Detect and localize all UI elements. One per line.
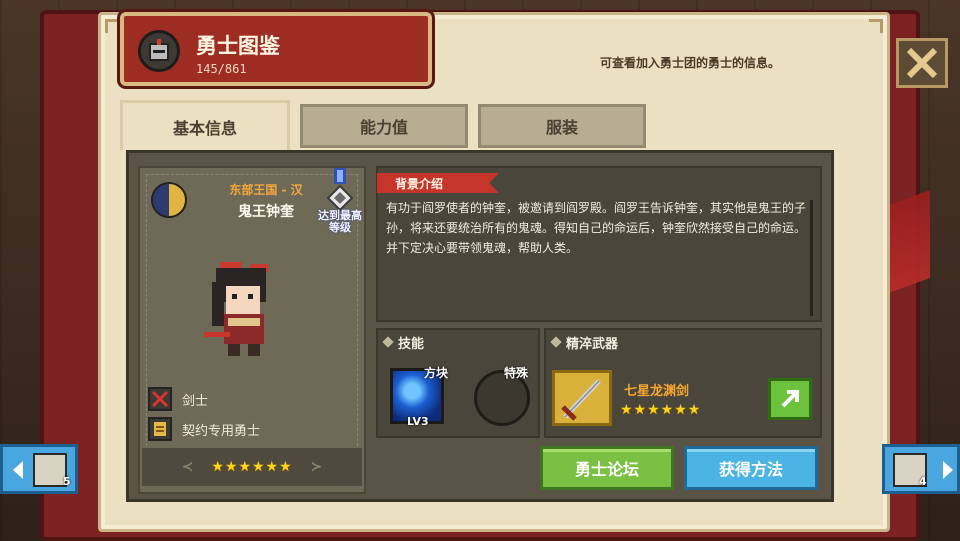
previous-hero-stars: 5 — [63, 475, 71, 488]
bio-scrollbar[interactable] — [810, 200, 813, 316]
weapon-stars: ★★★★★★ — [620, 402, 702, 418]
tab-stats[interactable]: 能力值 — [300, 104, 468, 148]
page-corner-ornament — [105, 19, 119, 33]
hero-contract-label: 契约专用勇士 — [182, 423, 261, 439]
previous-hero-button[interactable]: 5 — [0, 444, 78, 494]
weapon-go-button[interactable] — [768, 378, 812, 420]
max-level-medal-icon — [326, 168, 354, 212]
crossed-swords-icon — [148, 387, 172, 411]
skill-label: 方块 — [424, 366, 449, 380]
diamond-bullet-icon — [382, 336, 394, 348]
hero-sprite — [204, 262, 268, 356]
diamond-bullet-icon — [550, 336, 562, 348]
hero-kingdom: 东部王国 - 汉 — [229, 183, 303, 197]
bio-heading: 背景介绍 — [377, 173, 499, 193]
weapon-name: 七星龙渊剑 — [624, 384, 690, 399]
close-button[interactable] — [896, 38, 948, 88]
tab-costume[interactable]: 服装 — [478, 104, 646, 148]
chevron-left-icon: ≺ — [181, 459, 194, 475]
sword-icon[interactable] — [552, 370, 612, 426]
bio-text: 有功于阎罗使者的钟奎，被邀请到阎罗殿。阎罗王告诉钟奎，其实他是鬼王的子孙，将来还… — [386, 201, 807, 255]
hero-stars: ★★★★★★ — [211, 459, 293, 475]
scroll-icon — [148, 417, 172, 441]
title-plate: 勇士图鉴 145/861 — [120, 12, 432, 86]
skills-heading: 技能 — [398, 336, 425, 352]
special-skill-label: 特殊 — [504, 366, 529, 380]
weapon-heading-row: 精淬武器 — [550, 330, 619, 354]
tab-basic-info[interactable]: 基本信息 — [120, 100, 290, 150]
previous-hero-portrait — [33, 453, 67, 487]
skill-level: LV3 — [407, 415, 429, 428]
arrow-right-icon — [943, 461, 953, 479]
obtain-method-button[interactable]: 获得方法 — [684, 446, 818, 490]
next-hero-stars: 4 — [919, 475, 927, 488]
arrow-left-icon — [13, 461, 23, 479]
knight-helmet-icon — [138, 30, 180, 72]
hero-star-bar: ≺ ★★★★★★ ≻ — [142, 448, 362, 486]
hero-contract-row: 契约专用勇士 — [148, 416, 260, 442]
hero-name: 鬼王钟奎 — [238, 204, 294, 220]
kingdom-emblem-icon — [151, 182, 187, 218]
hero-forum-button[interactable]: 勇士论坛 — [540, 446, 674, 490]
close-x-icon — [906, 47, 938, 79]
next-hero-button[interactable]: 4 — [882, 444, 960, 494]
page-corner-ornament — [869, 19, 883, 33]
header-hint: 可查看加入勇士团的勇士的信息。 — [600, 56, 781, 70]
page-title: 勇士图鉴 — [196, 34, 280, 58]
chevron-right-icon: ≻ — [310, 459, 323, 475]
skills-heading-row: 技能 — [382, 330, 425, 354]
hero-class-row: 剑士 — [148, 386, 208, 412]
collection-count: 145/861 — [196, 62, 247, 76]
arrow-up-right-icon — [781, 390, 799, 408]
weapon-heading: 精淬武器 — [566, 336, 619, 352]
max-level-label: 达到最高等级 — [318, 209, 362, 234]
hero-class-label: 剑士 — [182, 393, 209, 409]
